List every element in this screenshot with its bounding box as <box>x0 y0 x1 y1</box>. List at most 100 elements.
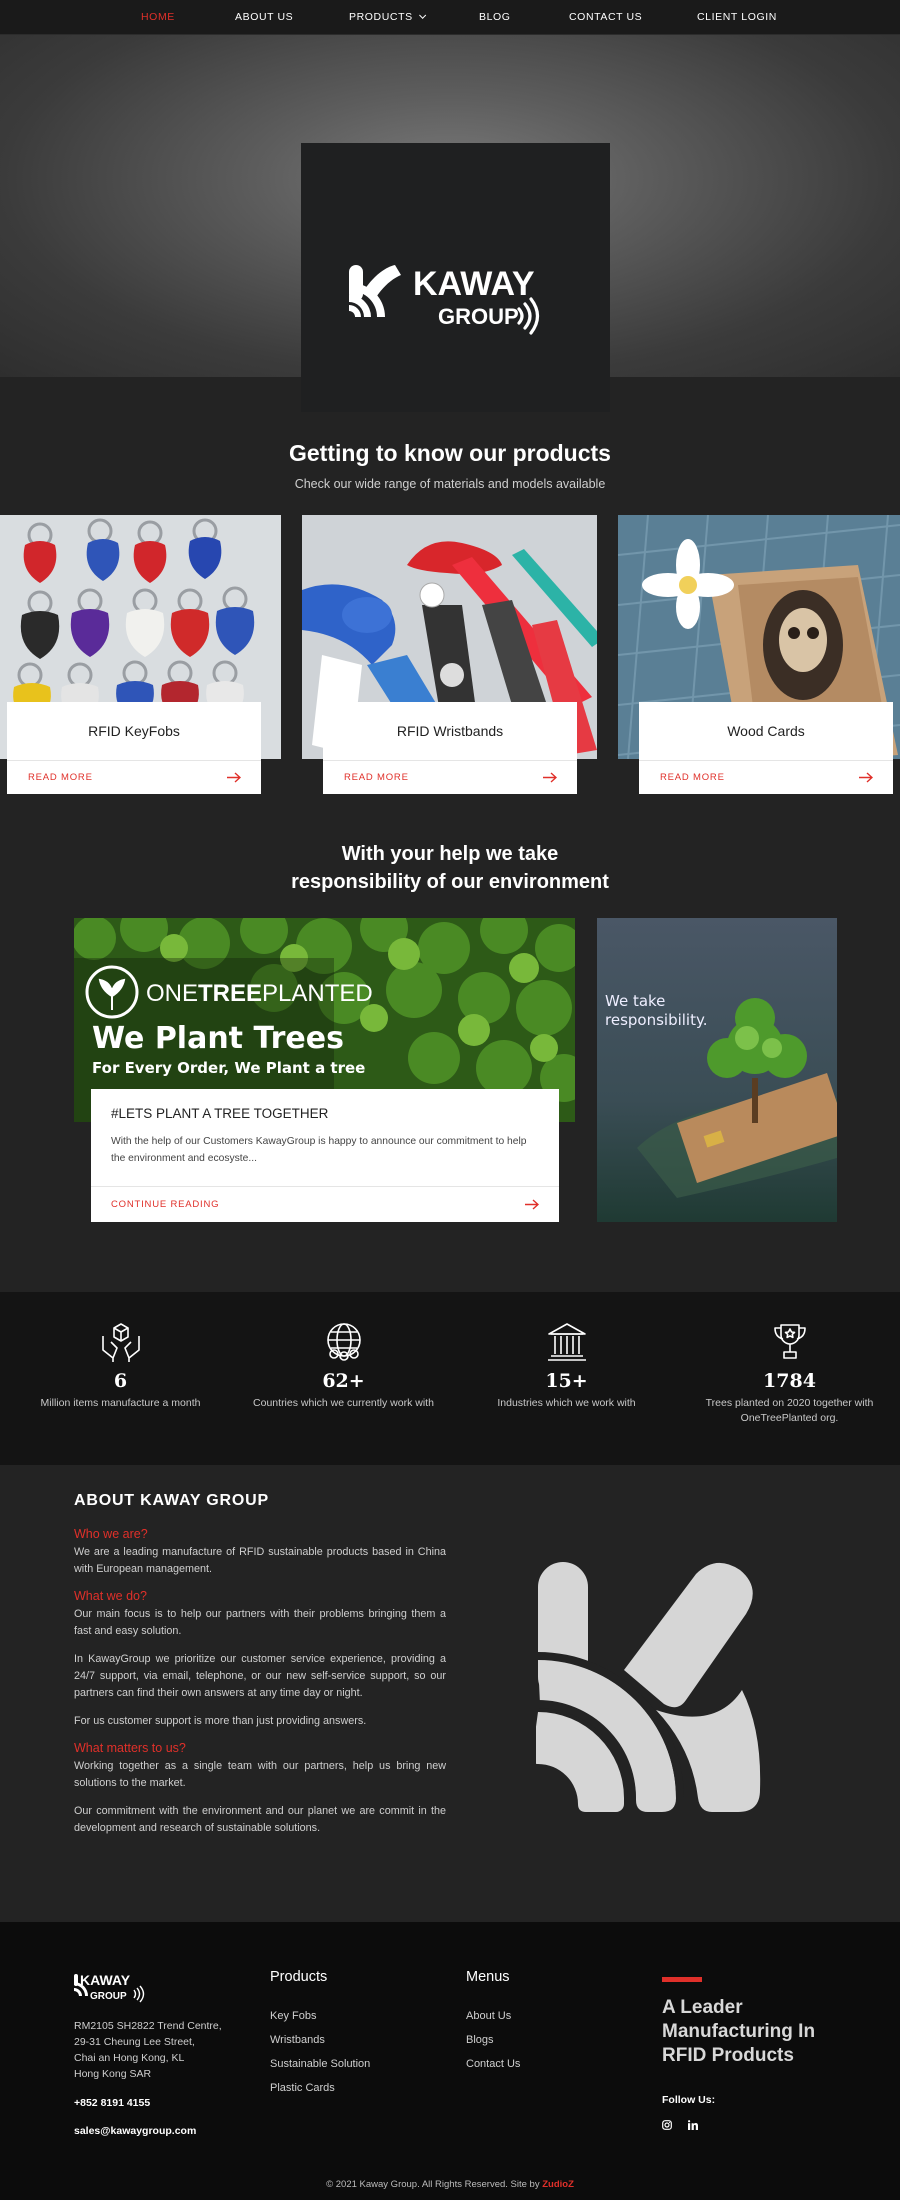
about-section: ABOUT KAWAY GROUP Who we are? We are a l… <box>74 1492 446 1848</box>
product-card-wristbands[interactable]: RFID Wristbands READ MORE <box>323 702 577 794</box>
environment-title-line2: responsibility of our environment <box>291 871 609 893</box>
footer-email[interactable]: sales@kawaygroup.com <box>74 2125 196 2137</box>
hands-box-icon <box>101 1323 140 1362</box>
nav-home[interactable]: HOME <box>141 0 175 35</box>
product-card-title: RFID KeyFobs <box>88 723 180 739</box>
footer-link-blogs[interactable]: Blogs <box>466 2034 494 2046</box>
globe-icon <box>326 1323 361 1361</box>
about-question-1: Who we are? <box>74 1527 148 1541</box>
stat-trees: 1784 Trees planted on 2020 together with… <box>677 1320 900 1426</box>
stats-section: 6 Million items manufacture a month 62+ … <box>0 1292 900 1465</box>
footer-address-line1: RM2105 SH2822 Trend Centre, <box>74 2020 222 2032</box>
kaway-k-logo-icon <box>536 1562 761 1812</box>
footer: KAWAY GROUP RM2105 SH2822 Trend Centre, … <box>0 1922 900 2200</box>
read-more-label: READ MORE <box>660 772 725 783</box>
footer-logo[interactable]: KAWAY GROUP <box>74 1970 154 2004</box>
footer-link-plastic-cards[interactable]: Plastic Cards <box>270 2082 335 2094</box>
top-navigation: HOME ABOUT US PRODUCTS BLOG CONTACT US C… <box>0 0 900 35</box>
footer-menus-title: Menus <box>466 1969 510 1985</box>
about-paragraph-4: For us customer support is more than jus… <box>74 1715 367 1727</box>
banner-tagline: For Every Order, We Plant a tree <box>92 1059 365 1077</box>
stat-label: Countries which we currently work with <box>253 1397 434 1409</box>
about-paragraph-6: Our commitment with the environment and … <box>74 1805 446 1834</box>
hero-banner: KAWAY GROUP <box>0 35 900 412</box>
product-card-title: RFID Wristbands <box>396 723 504 739</box>
footer-slogan: A Leader Manufacturing In RFID Products <box>662 1996 815 2068</box>
footer-logo-name: KAWAY <box>80 1972 131 1988</box>
footer-slogan-line3: RFID Products <box>662 2045 794 2066</box>
read-more-label: READ MORE <box>344 772 409 783</box>
side-text-line1: We take <box>605 992 665 1010</box>
environment-title-line1: With your help we take <box>341 843 559 865</box>
stat-label: Industries which we work with <box>497 1397 636 1409</box>
stat-label: Million items manufacture a month <box>40 1397 201 1409</box>
about-question-2: What we do? <box>74 1589 147 1603</box>
products-subtitle: Check our wide range of materials and mo… <box>294 477 606 491</box>
footer-link-about-us[interactable]: About Us <box>466 2010 511 2022</box>
stat-value: 1784 <box>763 1370 816 1392</box>
blog-post-title[interactable]: #LETS PLANT A TREE TOGETHER <box>111 1106 328 1121</box>
nav-contact-us[interactable]: CONTACT US <box>569 0 642 35</box>
about-paragraph-1: We are a leading manufacture of RFID sus… <box>74 1546 446 1575</box>
nav-client-login[interactable]: CLIENT LOGIN <box>697 0 777 35</box>
footer-products-title: Products <box>270 1969 328 1985</box>
banner-brand-post: PLANTED <box>262 980 373 1007</box>
about-paragraph-5: Working together as a single team with o… <box>74 1760 446 1789</box>
read-more-label: READ MORE <box>28 772 93 783</box>
about-paragraph-3: In KawayGroup we prioritize our customer… <box>74 1653 446 1699</box>
about-paragraph-2: Our main focus is to help our partners w… <box>74 1608 446 1637</box>
about-question-3: What matters to us? <box>74 1741 186 1755</box>
product-card-wood-cards[interactable]: Wood Cards READ MORE <box>639 702 893 794</box>
stat-value: 6 <box>113 1370 128 1392</box>
footer-address-line3: Chai an Hong Kong, KL <box>74 2052 185 2064</box>
arrow-right-icon <box>543 772 557 783</box>
blog-post-card[interactable]: #LETS PLANT A TREE TOGETHER With the hel… <box>91 1089 559 1222</box>
footer-logo-sub: GROUP <box>90 1991 127 2002</box>
blog-post-excerpt: With the help of our Customers KawayGrou… <box>111 1136 527 1164</box>
footer-address-line4: Hong Kong SAR <box>74 2068 152 2080</box>
footer-link-contact-us[interactable]: Contact Us <box>466 2058 520 2070</box>
about-title: ABOUT KAWAY GROUP <box>74 1492 269 1509</box>
nav-products-label: PRODUCTS <box>349 11 413 23</box>
read-more-link[interactable]: READ MORE <box>7 760 261 794</box>
nav-products[interactable]: PRODUCTS <box>349 0 426 35</box>
nav-about-us[interactable]: ABOUT US <box>235 0 293 35</box>
stat-industries: 15+ Industries which we work with <box>454 1320 679 1411</box>
side-text-line2: responsibility. <box>605 1011 707 1029</box>
nav-blog[interactable]: BLOG <box>479 0 511 35</box>
responsibility-image: We take responsibility. <box>597 918 837 1222</box>
site-credit-link[interactable]: ZudioZ <box>542 2179 574 2190</box>
arrow-right-icon <box>525 1199 539 1210</box>
footer-slogan-line1: A Leader <box>662 1997 743 2018</box>
copyright-text: © 2021 Kaway Group. All Rights Reserved.… <box>326 2179 543 2190</box>
hero-logo-sub: GROUP <box>438 304 519 329</box>
trophy-icon <box>773 1324 806 1359</box>
stat-value: 15+ <box>545 1370 588 1392</box>
accent-bar <box>662 1977 702 1982</box>
banner-brand-pre: ONE <box>146 980 198 1007</box>
chevron-down-icon <box>418 11 426 19</box>
stat-label: Trees planted on 2020 together with OneT… <box>705 1397 874 1424</box>
follow-us-label: Follow Us: <box>662 2094 716 2106</box>
footer-phone[interactable]: +852 8191 4155 <box>74 2097 150 2109</box>
footer-link-wristbands[interactable]: Wristbands <box>270 2034 325 2046</box>
stat-items: 6 Million items manufacture a month <box>8 1320 233 1411</box>
product-card-title: Wood Cards <box>727 723 805 739</box>
kaway-logo: KAWAY GROUP <box>349 265 540 335</box>
footer-link-sustainable-solution[interactable]: Sustainable Solution <box>270 2058 370 2070</box>
products-title: Getting to know our products <box>289 440 611 466</box>
footer-link-key-fobs[interactable]: Key Fobs <box>270 2010 316 2022</box>
banner-headline: We Plant Trees <box>92 1021 344 1056</box>
footer-slogan-line2: Manufacturing In <box>662 2021 816 2042</box>
continue-reading-link[interactable]: CONTINUE READING <box>91 1186 559 1222</box>
product-card-keyfobs[interactable]: RFID KeyFobs READ MORE <box>7 702 261 794</box>
linkedin-icon[interactable] <box>688 2120 698 2130</box>
banner-brand-mid: TREE <box>198 980 262 1007</box>
arrow-right-icon <box>859 772 873 783</box>
read-more-link[interactable]: READ MORE <box>639 760 893 794</box>
arrow-right-icon <box>227 772 241 783</box>
read-more-link[interactable]: READ MORE <box>323 760 577 794</box>
instagram-icon[interactable] <box>662 2120 672 2130</box>
stat-countries: 62+ Countries which we currently work wi… <box>231 1320 456 1411</box>
copyright: © 2021 Kaway Group. All Rights Reserved.… <box>0 2179 900 2190</box>
